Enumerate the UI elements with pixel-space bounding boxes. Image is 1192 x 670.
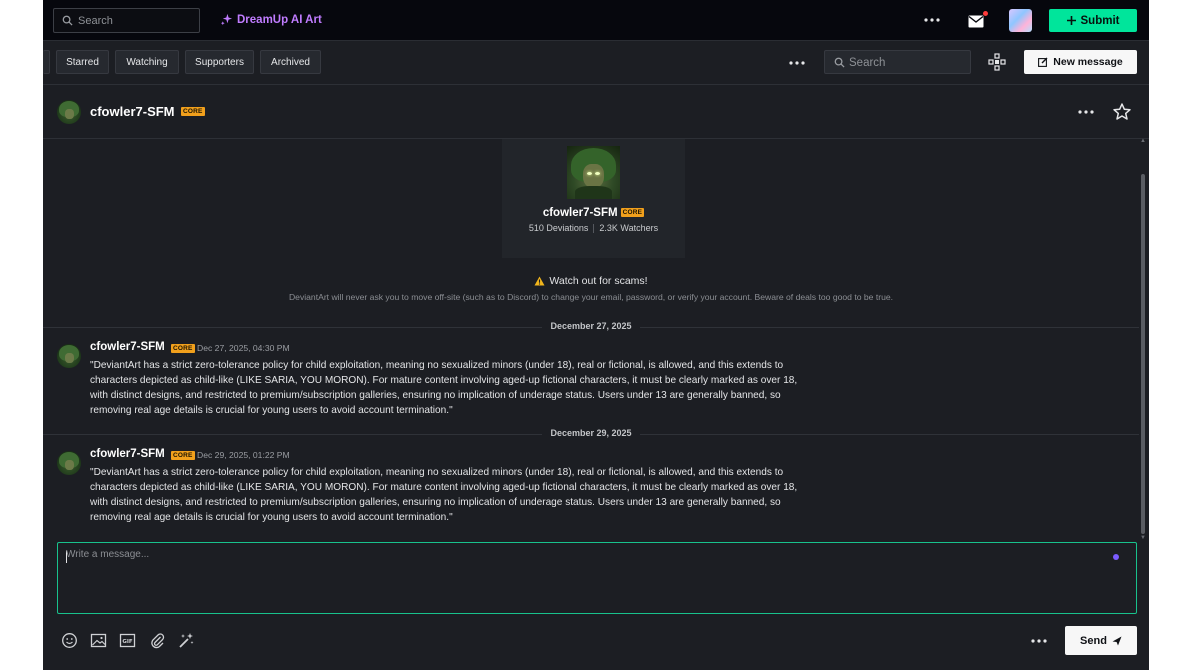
stat-divider [593, 224, 595, 234]
avatar[interactable] [57, 100, 81, 124]
profile-stats: 510 Deviations 2.3K Watchers [502, 223, 685, 234]
filter-chip-watching[interactable]: Watching [115, 50, 179, 74]
avatar[interactable] [57, 451, 81, 475]
dreamup-link[interactable]: DreamUp AI Art [220, 13, 322, 26]
search-icon [834, 57, 845, 68]
filter-chip-supporters[interactable]: Supporters [185, 50, 254, 74]
warning-icon [534, 276, 545, 286]
submit-label: Submit [1080, 14, 1120, 27]
assistant-indicator-dot[interactable] [1113, 554, 1119, 560]
date-separator: December 29, 2025 [43, 428, 1139, 440]
search-icon [62, 15, 73, 26]
more-icon[interactable] [1030, 634, 1048, 648]
edit-icon [1038, 57, 1048, 67]
message-timestamp: Dec 27, 2025, 04:30 PM [197, 343, 290, 353]
more-icon[interactable] [788, 56, 806, 70]
message-line: characters depicted as child-like (LIKE … [90, 482, 798, 493]
top-search-input[interactable] [78, 12, 196, 30]
notification-dot [983, 11, 988, 16]
core-badge: CORE [181, 107, 205, 116]
message-body: "DeviantArt has a strict zero-tolerance … [90, 358, 822, 418]
message-body: "DeviantArt has a strict zero-tolerance … [90, 465, 822, 525]
scroll-down-arrow[interactable]: ▼ [1140, 535, 1146, 541]
scam-warning-title-text: Watch out for scams! [549, 275, 648, 287]
more-icon[interactable] [1077, 105, 1095, 119]
conversation-username[interactable]: cfowler7-SFM [90, 104, 175, 119]
scam-warning-text: DeviantArt will never ask you to move of… [288, 292, 894, 302]
message-line: removing real age details is crucial for… [90, 405, 453, 416]
message-author[interactable]: cfowler7-SFM [90, 448, 165, 460]
profile-username-text: cfowler7-SFM [542, 207, 618, 219]
core-badge: CORE [171, 451, 195, 460]
image-icon[interactable] [90, 632, 107, 649]
date-separator: December 27, 2025 [43, 321, 1139, 333]
mail-icon [968, 15, 984, 28]
message-line: "DeviantArt has a strict zero-tolerance … [90, 467, 784, 478]
message-line: with distinct designs, and restricted to… [90, 497, 781, 508]
message-line: "DeviantArt has a strict zero-tolerance … [90, 360, 784, 371]
message-line: with distinct designs, and restricted to… [90, 390, 781, 401]
message-pane[interactable]: cfowler7-SFM CORE 510 Deviations 2.3K Watc… [43, 139, 1139, 537]
scrollbar-thumb[interactable] [1141, 174, 1145, 534]
send-icon [1112, 636, 1122, 645]
profile-avatar[interactable] [567, 146, 620, 199]
message-search-input[interactable] [849, 54, 967, 71]
user-avatar[interactable] [1009, 9, 1032, 32]
emoji-icon[interactable] [61, 632, 78, 649]
top-bar: DreamUp AI Art Submit [43, 0, 1149, 41]
more-icon[interactable] [923, 12, 941, 28]
submit-button[interactable]: Submit [1049, 9, 1137, 32]
profile-username[interactable]: cfowler7-SFM CORE [502, 207, 685, 219]
message-author[interactable]: cfowler7-SFM [90, 341, 165, 353]
message-input[interactable] [66, 549, 1096, 607]
network-icon[interactable] [988, 53, 1006, 71]
mail-button[interactable] [968, 11, 988, 29]
date-separator-label: December 29, 2025 [542, 428, 640, 438]
date-separator-label: December 27, 2025 [542, 321, 640, 331]
scrollbar[interactable]: ▲ ▼ [1140, 138, 1147, 541]
attach-icon[interactable] [149, 632, 166, 649]
new-message-label: New message [1053, 56, 1123, 68]
filter-bar: Starred Watching Supporters Archived New… [43, 41, 1149, 85]
scam-warning-title: Watch out for scams! [43, 275, 1139, 287]
filter-chip-starred[interactable]: Starred [56, 50, 109, 74]
top-search-box[interactable] [53, 8, 200, 33]
message-line: removing real age details is crucial for… [90, 512, 453, 523]
message-composer[interactable] [57, 542, 1137, 614]
scroll-up-arrow[interactable]: ▲ [1140, 138, 1146, 144]
magic-wand-icon[interactable] [178, 632, 195, 649]
filter-chip-archived[interactable]: Archived [260, 50, 321, 74]
profile-card: cfowler7-SFM CORE 510 Deviations 2.3K Watc… [502, 139, 685, 258]
message-search-box[interactable] [824, 50, 971, 74]
star-icon[interactable] [1112, 102, 1132, 122]
avatar[interactable] [57, 344, 81, 368]
deviations-count[interactable]: 510 Deviations [529, 223, 589, 233]
app-window: DreamUp AI Art Submit Starred Watching S… [43, 0, 1149, 670]
dreamup-label: DreamUp AI Art [237, 13, 322, 26]
message-timestamp: Dec 29, 2025, 01:22 PM [197, 450, 290, 460]
conversation-header: cfowler7-SFM CORE [43, 85, 1149, 139]
plus-icon [1066, 16, 1076, 25]
svg-text:GIF: GIF [122, 639, 133, 645]
send-label: Send [1080, 634, 1107, 647]
message-line: characters depicted as child-like (LIKE … [90, 375, 798, 386]
new-message-button[interactable]: New message [1024, 50, 1137, 74]
core-badge: CORE [171, 344, 195, 353]
sparkle-icon [220, 13, 233, 26]
filter-chip-overflow[interactable] [43, 50, 50, 74]
gif-icon[interactable]: GIF [119, 632, 136, 649]
watchers-count[interactable]: 2.3K Watchers [599, 223, 658, 233]
core-badge: CORE [620, 208, 645, 218]
send-button[interactable]: Send [1065, 626, 1137, 655]
